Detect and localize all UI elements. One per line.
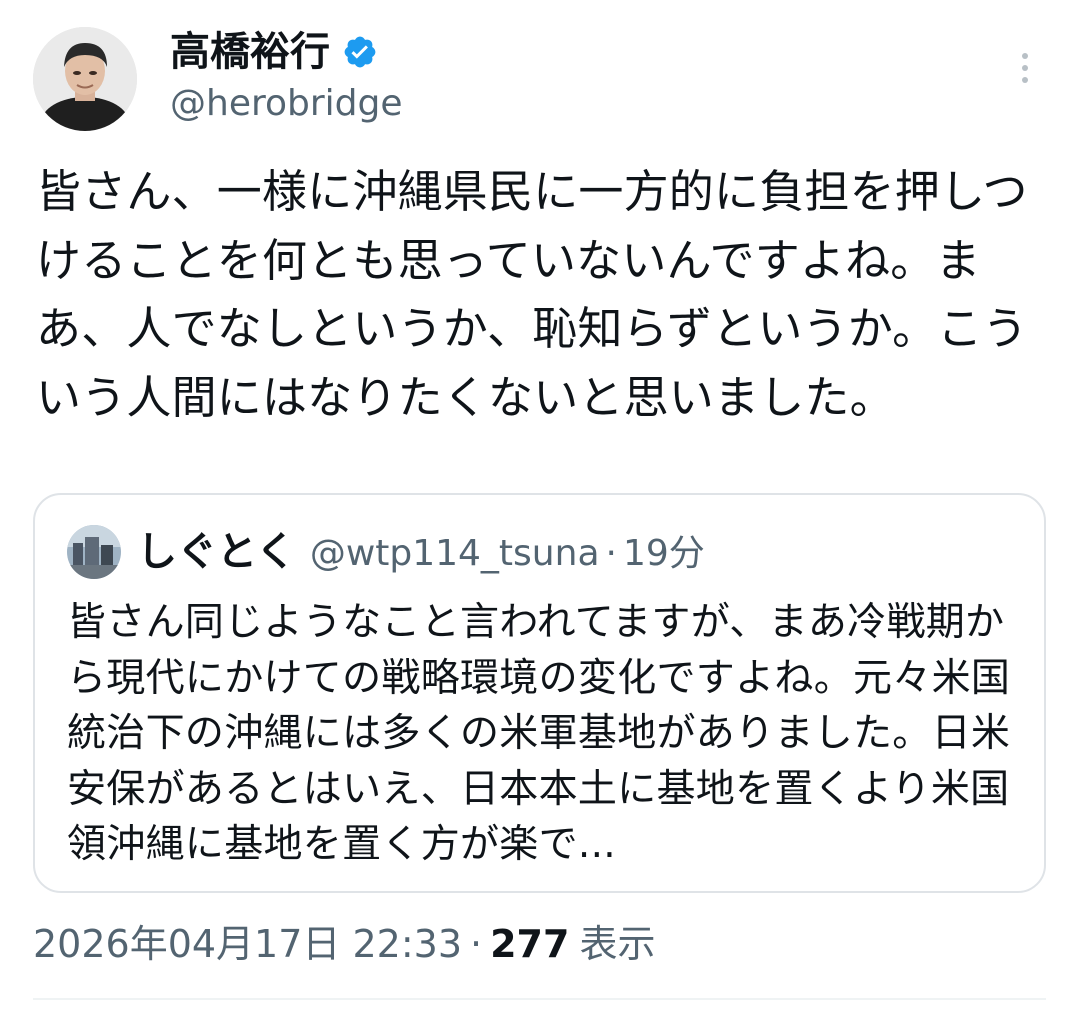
divider: [33, 998, 1046, 1000]
views-label: 表示: [579, 922, 656, 966]
quoted-tweet-time[interactable]: 19分: [623, 525, 705, 583]
more-options-icon[interactable]: [1010, 48, 1040, 88]
views-count: 277: [490, 922, 570, 966]
quoted-tweet-text: 皆さん同じようなこと言われてますが、まあ冷戦期から現代にかけての戦略環境の変化で…: [67, 600, 1011, 867]
author-name[interactable]: 高橋裕行: [170, 26, 330, 78]
quoted-author-avatar[interactable]: [67, 525, 121, 579]
quoted-tweet-header: しぐとく @wtp114_tsuna · 19分: [137, 523, 705, 583]
tweet-text: 皆さん、一様に沖縄県民に一方的に負担を押しつけることを何とも思っていないんですよ…: [36, 165, 1028, 424]
avatar-icon: [67, 525, 121, 579]
tweet-timestamp[interactable]: 2026年04月17日 22:33: [33, 918, 462, 970]
quoted-author-name[interactable]: しぐとく: [137, 523, 296, 581]
quoted-author-handle[interactable]: @wtp114_tsuna: [310, 525, 600, 583]
avatar-icon: [33, 27, 137, 131]
separator-dot: ·: [470, 922, 483, 966]
tweet-meta: 2026年04月17日 22:33 · 277 表示: [33, 918, 655, 970]
verified-badge-icon[interactable]: [342, 34, 378, 70]
separator-dot: ·: [605, 533, 617, 574]
quoted-tweet-card[interactable]: しぐとく @wtp114_tsuna · 19分 皆さん同じようなこと言われてま…: [33, 493, 1046, 893]
author-name-row[interactable]: 高橋裕行: [170, 26, 378, 78]
author-avatar[interactable]: [33, 27, 137, 131]
author-handle[interactable]: @herobridge: [170, 80, 403, 128]
